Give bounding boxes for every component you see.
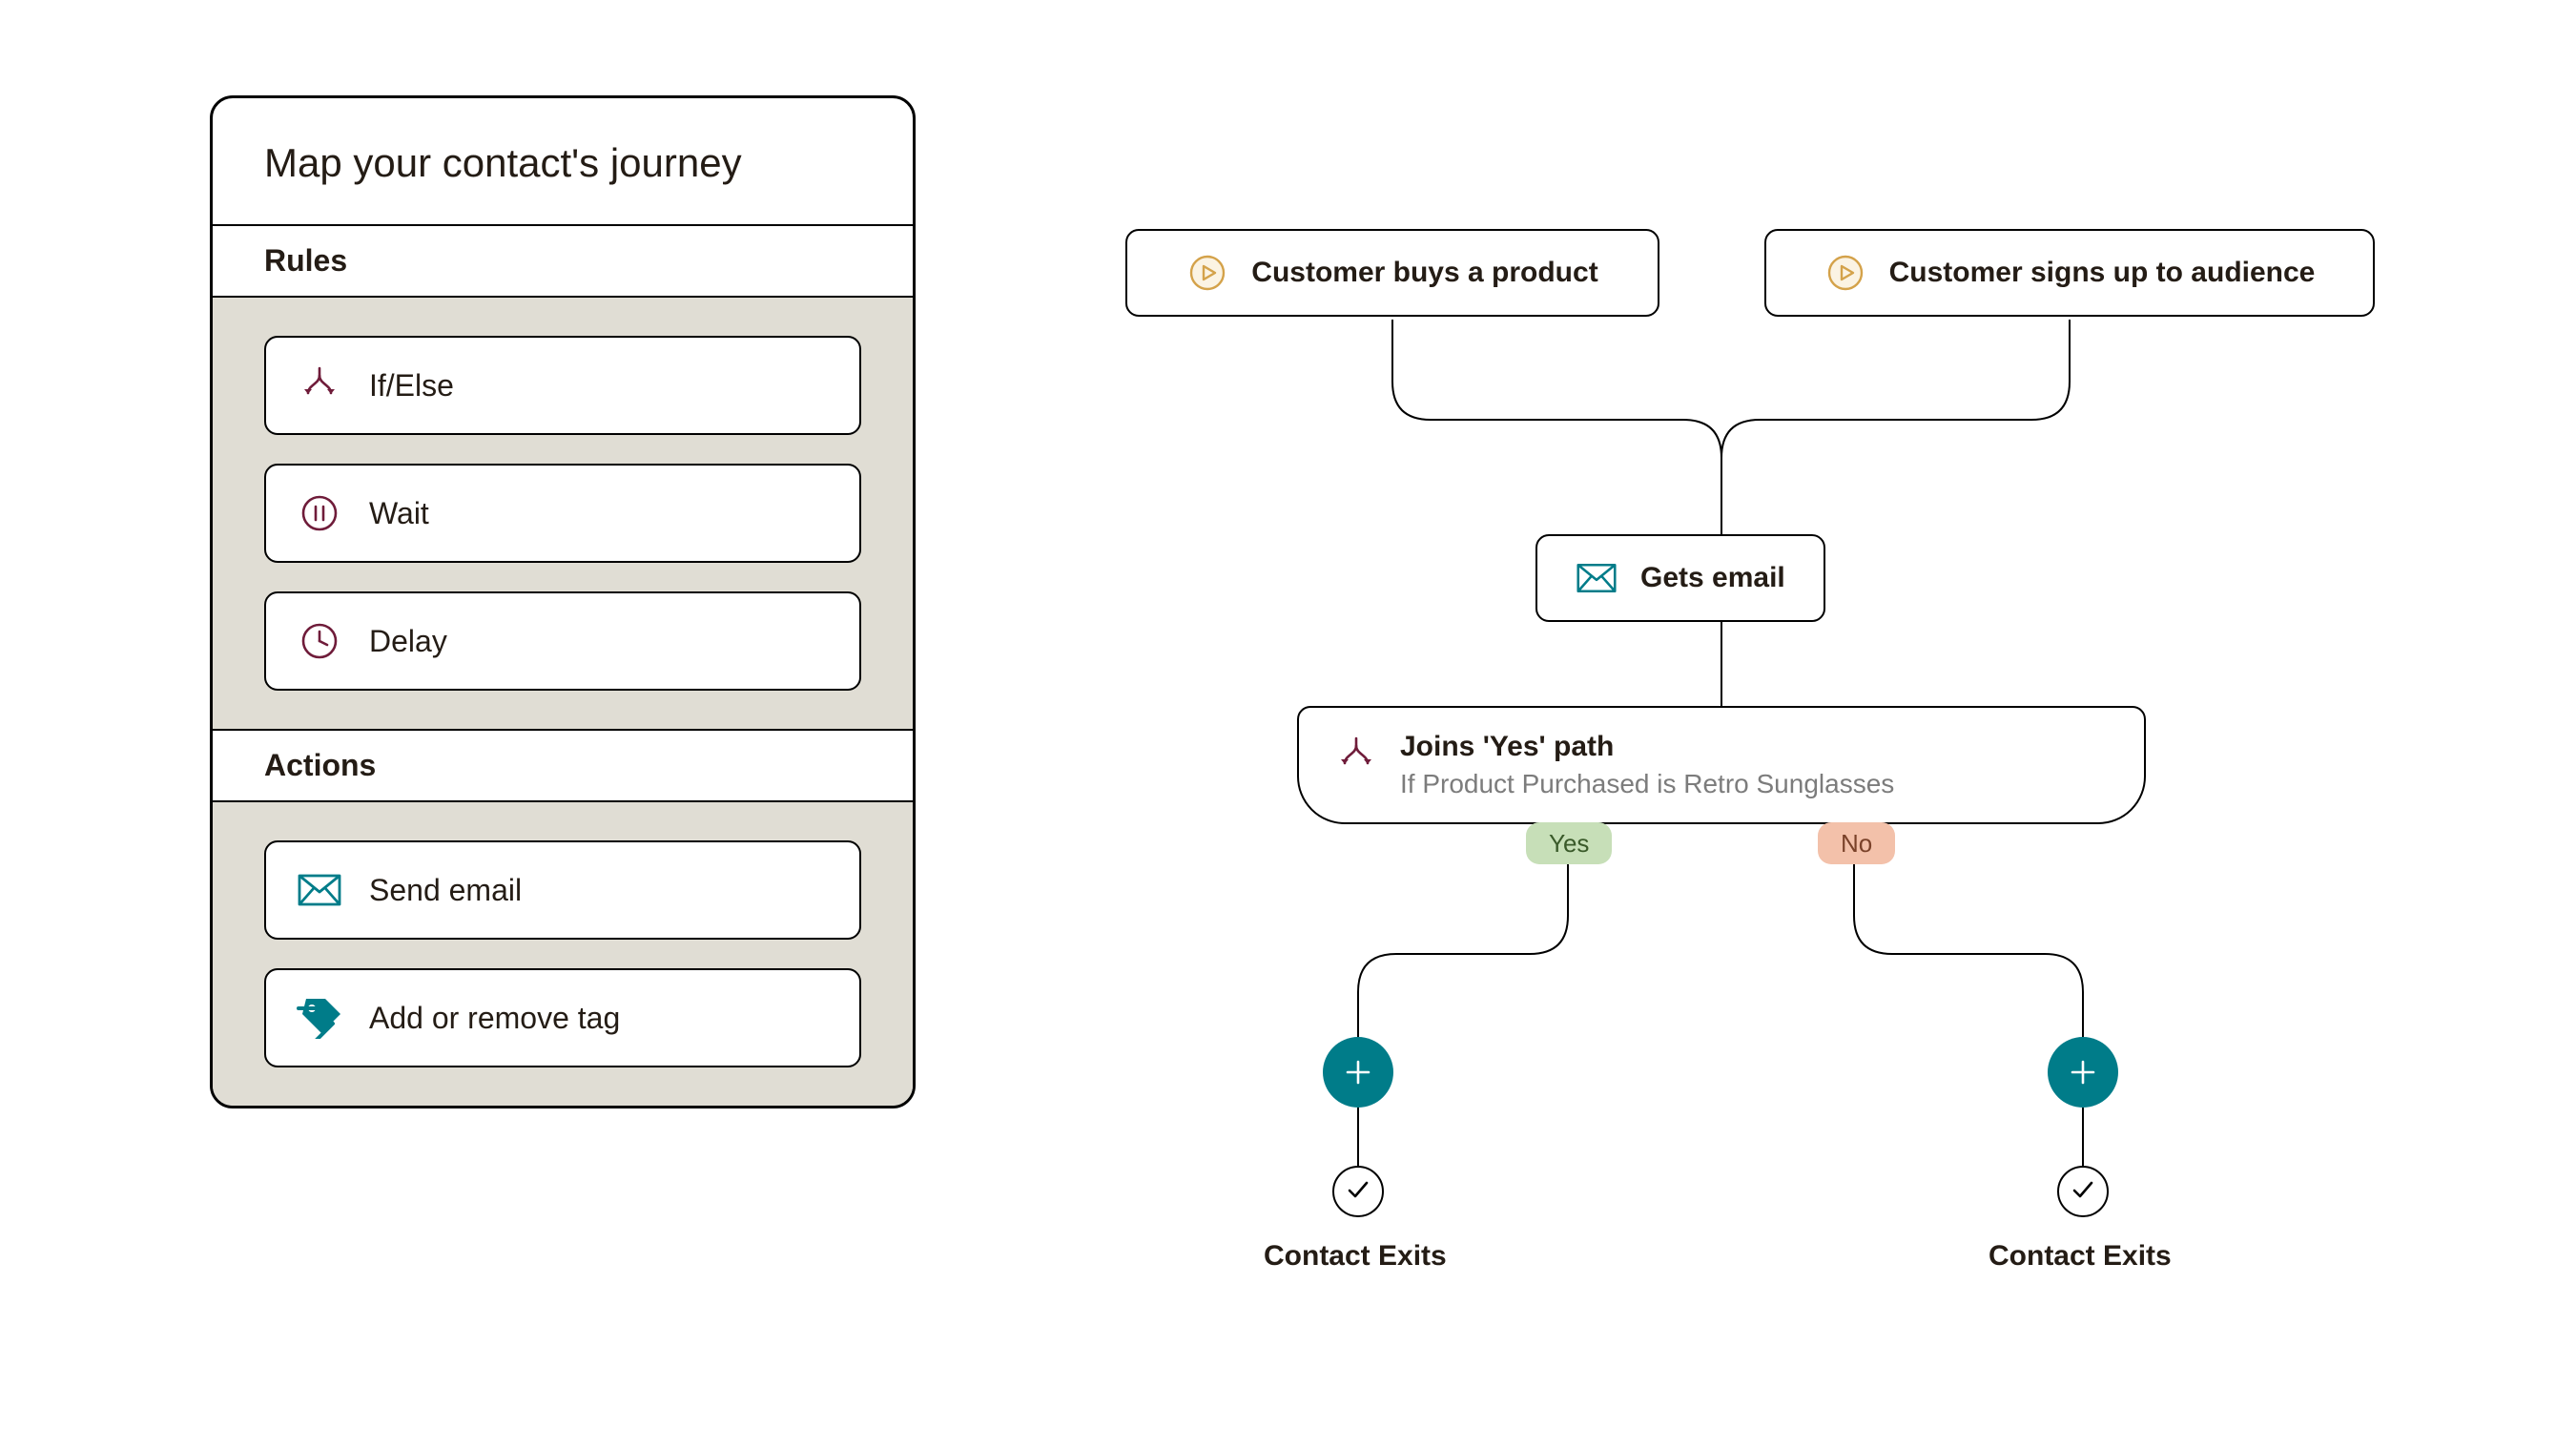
branch-icon bbox=[297, 362, 342, 408]
section-body-actions: Send email Add or remove tag bbox=[213, 802, 913, 1106]
mail-icon bbox=[297, 867, 342, 913]
rule-card-label: Delay bbox=[369, 624, 447, 659]
sidebar-panel: Map your contact's journey Rules If/Else bbox=[210, 95, 916, 1108]
action-card-tag[interactable]: Add or remove tag bbox=[264, 968, 861, 1067]
exit-label-no: Contact Exits bbox=[1989, 1240, 2172, 1273]
clock-icon bbox=[297, 618, 342, 664]
rule-card-label: Wait bbox=[369, 496, 429, 531]
trigger-node-signs-up[interactable]: Customer signs up to audience bbox=[1764, 229, 2375, 317]
mail-icon bbox=[1576, 557, 1618, 599]
plus-icon bbox=[2067, 1056, 2099, 1088]
branch-node-title: Joins 'Yes' path bbox=[1400, 731, 1894, 763]
branch-pill-yes: Yes bbox=[1526, 822, 1612, 864]
email-node[interactable]: Gets email bbox=[1535, 534, 1825, 622]
tag-icon bbox=[297, 995, 342, 1041]
play-icon bbox=[1824, 252, 1866, 294]
play-icon bbox=[1186, 252, 1228, 294]
flow-canvas: Customer buys a product Customer signs u… bbox=[1011, 95, 2470, 1336]
action-card-send-email[interactable]: Send email bbox=[264, 840, 861, 940]
rule-card-wait[interactable]: Wait bbox=[264, 464, 861, 563]
section-header-actions: Actions bbox=[213, 731, 913, 802]
branch-node[interactable]: Joins 'Yes' path If Product Purchased is… bbox=[1297, 706, 2146, 824]
pause-icon bbox=[297, 490, 342, 536]
section-body-rules: If/Else Wait Delay bbox=[213, 298, 913, 731]
trigger-node-label: Customer signs up to audience bbox=[1889, 257, 2316, 289]
action-card-label: Add or remove tag bbox=[369, 1001, 620, 1036]
check-icon bbox=[2069, 1175, 2097, 1209]
check-icon bbox=[1344, 1175, 1372, 1209]
section-header-rules: Rules bbox=[213, 226, 913, 298]
add-step-button-yes[interactable] bbox=[1323, 1037, 1393, 1108]
exit-node-no bbox=[2057, 1166, 2109, 1217]
exit-label-yes: Contact Exits bbox=[1264, 1240, 1447, 1273]
exit-node-yes bbox=[1332, 1166, 1384, 1217]
plus-icon bbox=[1342, 1056, 1374, 1088]
branch-icon bbox=[1335, 735, 1377, 777]
trigger-node-label: Customer buys a product bbox=[1251, 257, 1597, 289]
sidebar-title: Map your contact's journey bbox=[213, 98, 913, 226]
email-node-label: Gets email bbox=[1640, 562, 1785, 594]
rule-card-delay[interactable]: Delay bbox=[264, 591, 861, 691]
trigger-node-buys-product[interactable]: Customer buys a product bbox=[1125, 229, 1659, 317]
action-card-label: Send email bbox=[369, 873, 522, 908]
branch-node-subtitle: If Product Purchased is Retro Sunglasses bbox=[1400, 769, 1894, 799]
add-step-button-no[interactable] bbox=[2048, 1037, 2118, 1108]
branch-pill-no: No bbox=[1818, 822, 1895, 864]
rule-card-label: If/Else bbox=[369, 368, 454, 404]
rule-card-if-else[interactable]: If/Else bbox=[264, 336, 861, 435]
